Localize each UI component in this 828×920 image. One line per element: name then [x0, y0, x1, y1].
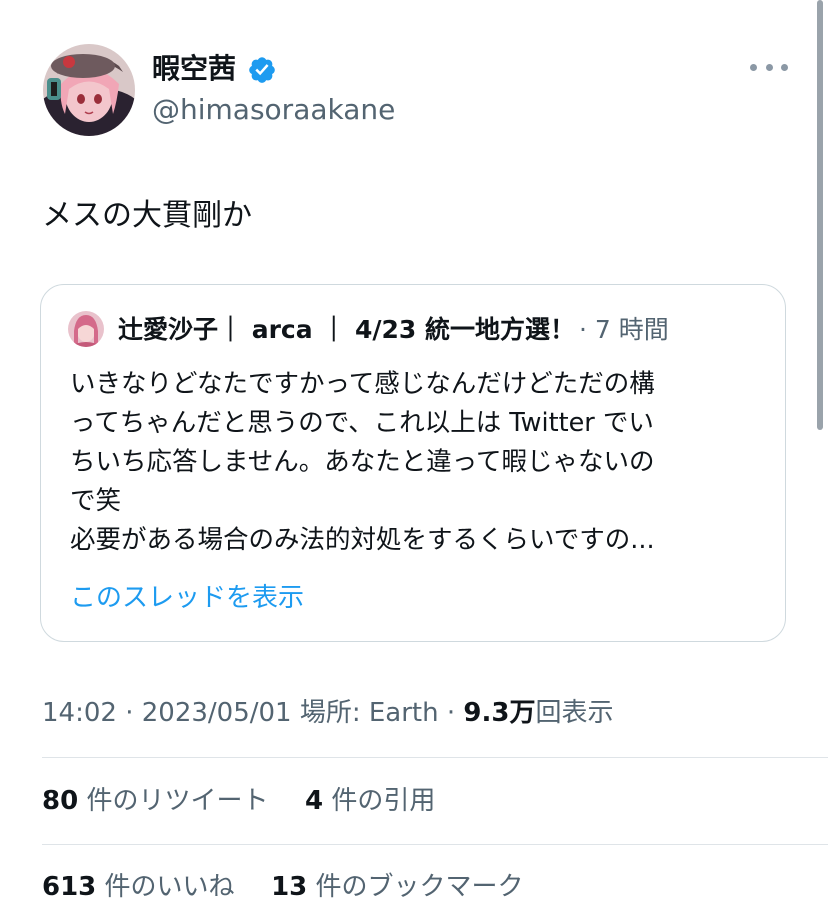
- quotes-count: 4: [305, 786, 324, 816]
- tweet-time[interactable]: 14:02: [42, 698, 117, 728]
- quoted-tweet-time: · 7 時間: [579, 315, 669, 344]
- retweets-label: 件のリツイート: [86, 786, 269, 816]
- likes-label: 件のいいね: [104, 872, 235, 902]
- quoted-author-avatar[interactable]: [68, 311, 104, 347]
- retweets-stat[interactable]: 80 件のリツイート: [42, 786, 268, 816]
- bookmarks-count: 13: [271, 872, 308, 902]
- quoted-author-name[interactable]: 辻愛沙子｜ arca ｜ 4/23 統一地方選！: [118, 313, 575, 347]
- likes-stat[interactable]: 613 件のいいね: [42, 872, 235, 902]
- quoted-text-line: で笑: [70, 486, 122, 516]
- scrollbar[interactable]: [817, 0, 823, 430]
- divider: [42, 844, 828, 845]
- quoted-tweet-card[interactable]: 辻愛沙子｜ arca ｜ 4/23 統一地方選！ · 7 時間 いきなりどなたで…: [40, 284, 786, 642]
- verified-badge-icon: [249, 57, 275, 83]
- quoted-text-line: ちいち応答しません。あなたと違って暇じゃないの: [70, 447, 655, 477]
- tweet-location: 場所: Earth: [299, 698, 439, 728]
- engagement-row-2: 613 件のいいね 13 件のブックマーク: [42, 870, 524, 904]
- bookmarks-stat[interactable]: 13 件のブックマーク: [271, 872, 523, 902]
- engagement-row-1: 80 件のリツイート 4 件の引用: [42, 784, 435, 818]
- divider: [42, 757, 828, 758]
- retweets-count: 80: [42, 786, 79, 816]
- likes-count: 613: [42, 872, 97, 902]
- bookmarks-label: 件のブックマーク: [315, 872, 524, 902]
- more-options-icon[interactable]: [750, 54, 788, 80]
- quoted-tweet-text: いきなりどなたですかって感じなんだけどただの構 ってちゃんだと思うので、これ以上…: [70, 365, 770, 560]
- author-display-name[interactable]: 暇空茜: [152, 50, 236, 88]
- views-label: 回表示: [535, 698, 614, 728]
- tweet-text: メスの大貫剛か: [42, 198, 252, 233]
- author-avatar[interactable]: [43, 44, 135, 136]
- show-thread-link[interactable]: このスレッドを表示: [70, 581, 304, 615]
- quotes-label: 件の引用: [331, 786, 436, 816]
- tweet-date[interactable]: 2023/05/01: [142, 698, 292, 728]
- views-count: 9.3万: [463, 698, 536, 728]
- tweet-metadata: 14:02 · 2023/05/01 場所: Earth · 9.3万回表示: [42, 698, 614, 728]
- quoted-text-line: ってちゃんだと思うので、これ以上は Twitter でい: [70, 408, 654, 438]
- quoted-text-line: 必要がある場合のみ法的対処をするくらいですの...: [70, 525, 655, 555]
- author-handle[interactable]: @himasoraakane: [152, 92, 395, 128]
- quotes-stat[interactable]: 4 件の引用: [305, 786, 435, 816]
- quoted-text-line: いきなりどなたですかって感じなんだけどただの構: [70, 369, 655, 399]
